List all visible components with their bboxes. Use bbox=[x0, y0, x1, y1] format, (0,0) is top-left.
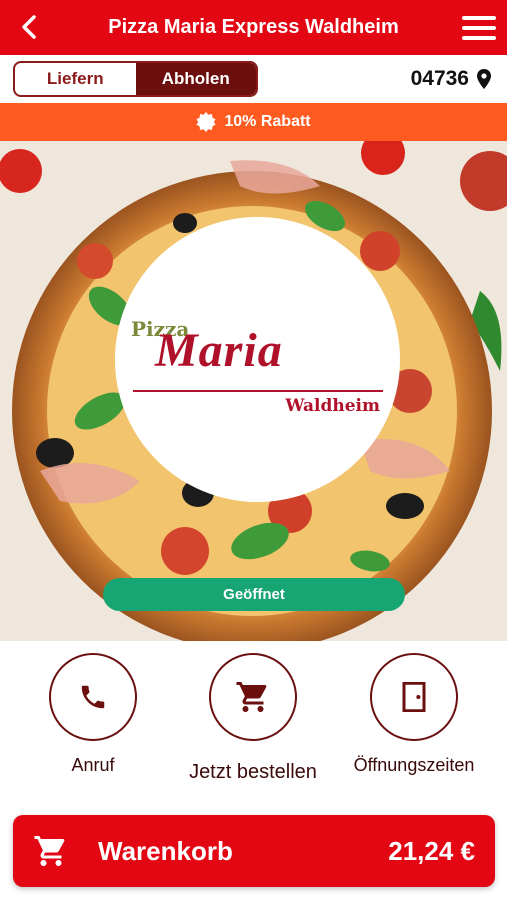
cart-total: 21,24 € bbox=[388, 835, 475, 866]
mode-option-abholen[interactable]: Abholen bbox=[135, 63, 256, 95]
open-status-badge: Geöffnet bbox=[103, 578, 405, 611]
hamburger-menu-icon bbox=[462, 16, 496, 20]
opening-hours-action[interactable]: Öffnungszeiten bbox=[334, 653, 494, 776]
mode-option-liefern[interactable]: Liefern bbox=[15, 63, 136, 95]
hamburger-menu-icon-bar bbox=[462, 36, 496, 40]
order-now-label: Jetzt bestellen bbox=[189, 761, 317, 783]
postal-code: 04736 bbox=[410, 67, 469, 90]
promo-banner[interactable]: 10% Rabatt bbox=[0, 103, 507, 141]
order-now-button[interactable] bbox=[209, 653, 297, 741]
menu-button[interactable] bbox=[461, 11, 497, 45]
promo-text: 10% Rabatt bbox=[224, 113, 311, 130]
order-now-action[interactable]: Jetzt bestellen bbox=[173, 653, 333, 784]
page-title: Pizza Maria Express Waldheim bbox=[108, 16, 399, 38]
action-row: Anruf Jetzt bestellen Öffnungszeiten bbox=[0, 641, 507, 811]
door-icon bbox=[402, 682, 426, 712]
location-selector[interactable]: 04736 bbox=[411, 61, 491, 97]
cart-button[interactable]: Warenkorb 21,24 € bbox=[13, 815, 495, 887]
logo-divider bbox=[133, 390, 383, 392]
app-header: Pizza Maria Express Waldheim bbox=[0, 0, 507, 55]
delivery-mode-toggle: Liefern Abholen bbox=[13, 61, 258, 97]
opening-hours-button[interactable] bbox=[370, 653, 458, 741]
call-button[interactable] bbox=[49, 653, 137, 741]
chevron-left-icon bbox=[22, 15, 36, 39]
logo-text-city: Waldheim bbox=[285, 396, 380, 416]
cart-label: Warenkorb bbox=[98, 835, 233, 866]
logo-text-maria: Maria bbox=[155, 324, 283, 377]
order-mode-bar: Liefern Abholen 04736 bbox=[0, 55, 507, 103]
call-action[interactable]: Anruf bbox=[13, 653, 173, 776]
hamburger-menu-icon-bar bbox=[462, 26, 496, 30]
shopping-cart-icon bbox=[236, 682, 267, 712]
call-label: Anruf bbox=[71, 755, 115, 775]
phone-icon bbox=[81, 685, 105, 709]
restaurant-logo: Pizza Maria Waldheim bbox=[115, 217, 400, 502]
opening-hours-label: Öffnungszeiten bbox=[353, 755, 475, 775]
hero-image: Pizza Maria Waldheim Geöffnet bbox=[0, 141, 507, 641]
back-button[interactable] bbox=[14, 12, 44, 42]
badge-percent-icon bbox=[196, 112, 216, 132]
shopping-cart-icon bbox=[34, 836, 65, 866]
map-pin-icon bbox=[477, 69, 491, 89]
